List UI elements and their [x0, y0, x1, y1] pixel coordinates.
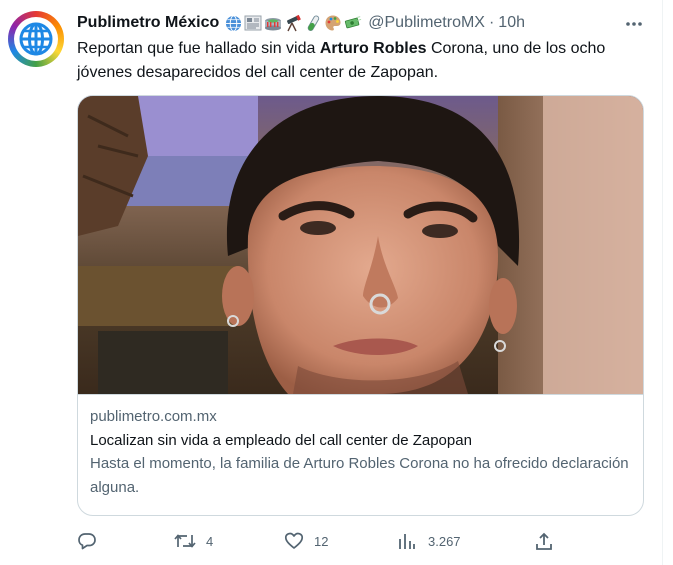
name-emojis [224, 14, 362, 32]
card-description: Hasta el momento, la familia de Arturo R… [90, 455, 629, 496]
avatar-inner [14, 17, 58, 61]
more-options-button[interactable] [620, 10, 648, 38]
test-tube-icon [304, 14, 322, 32]
more-horizontal-icon [626, 22, 642, 26]
link-card[interactable]: publimetro.com.mx Localizan sin vida a e… [77, 95, 644, 516]
heart-icon [284, 532, 304, 549]
retweet-icon [174, 534, 196, 548]
globe-logo-icon [19, 22, 53, 56]
card-image[interactable] [78, 96, 643, 394]
like-count: 12 [314, 533, 329, 549]
card-text[interactable]: publimetro.com.mx Localizan sin vida a e… [78, 394, 643, 515]
like-button[interactable]: 12 [284, 529, 328, 553]
tweet-text-before: Reportan que fue hallado sin vida [77, 40, 320, 57]
tweet-actions: 4 12 3.267 [0, 529, 663, 553]
tweet-text-bold: Arturo Robles [319, 40, 427, 57]
views-button[interactable]: 3.267 [398, 529, 461, 553]
card-photo [78, 96, 643, 394]
share-icon [536, 532, 552, 550]
views-count: 3.267 [428, 533, 461, 549]
reply-button[interactable] [77, 529, 107, 553]
user-handle[interactable]: @PublimetroMX [368, 14, 485, 32]
money-icon [344, 14, 362, 32]
card-title: Localizan sin vida a empleado del call c… [90, 432, 472, 449]
telescope-icon [284, 14, 302, 32]
tweet-time[interactable]: 10h [498, 14, 525, 32]
stadium-icon [264, 14, 282, 32]
separator-dot: · [488, 14, 495, 31]
share-button[interactable] [534, 529, 564, 553]
newspaper-icon [244, 14, 262, 32]
views-chart-icon [399, 534, 415, 549]
display-name[interactable]: Publimetro México [77, 14, 219, 32]
card-domain: publimetro.com.mx [90, 408, 217, 425]
retweet-count: 4 [206, 533, 214, 549]
tweet-text: Reportan que fue hallado sin vida Arturo… [77, 37, 652, 85]
globe-icon [224, 14, 242, 32]
retweet-button[interactable]: 4 [174, 529, 213, 553]
avatar[interactable] [8, 11, 64, 67]
reply-icon [78, 533, 96, 550]
palette-icon [324, 14, 342, 32]
tweet[interactable]: Publimetro México @PublimetroMX · 10h Re… [0, 0, 663, 565]
tweet-header: Publimetro México @PublimetroMX · 10h [77, 12, 525, 34]
